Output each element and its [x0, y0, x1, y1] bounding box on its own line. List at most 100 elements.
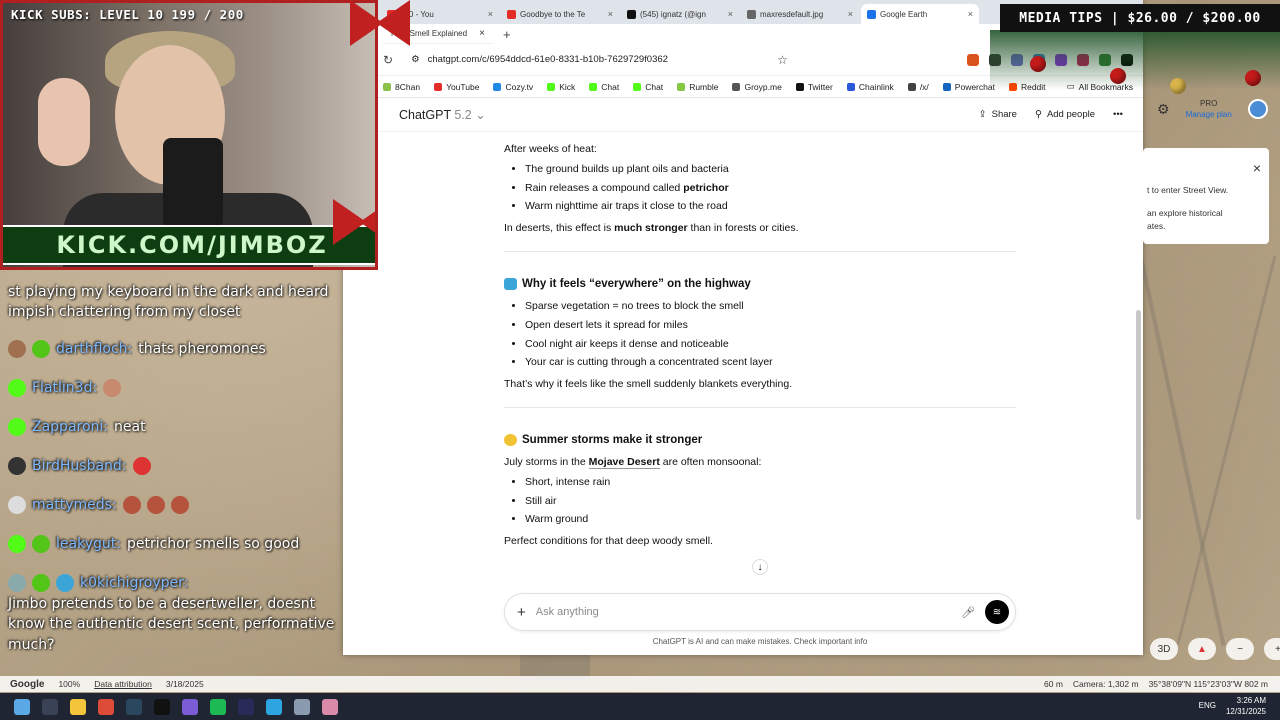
- close-icon[interactable]: ×: [1253, 158, 1261, 179]
- avatar: [8, 457, 26, 475]
- data-attribution-link[interactable]: Data attribution: [94, 679, 152, 689]
- bookmark-item[interactable]: Rumble: [677, 82, 718, 92]
- coordinates: 35°38'09"N 115°23'03"W 802 m: [1148, 679, 1268, 689]
- start-icon[interactable]: [14, 698, 30, 715]
- task-view-icon[interactable]: [42, 698, 58, 715]
- list-item: Sparse vegetation = no trees to block th…: [525, 299, 1016, 315]
- bullet-list: Short, intense rain Still air Warm groun…: [525, 475, 1016, 528]
- app-icon[interactable]: [238, 698, 254, 715]
- paragraph: July storms in the Mojave Desert are oft…: [504, 456, 762, 469]
- chatgpt-header: ChatGPT 5.2 ⌄ ⇪ Share ⚲ Add people •••: [343, 98, 1143, 132]
- map-road: [1138, 253, 1226, 647]
- thunder-cloud-icon: [504, 434, 517, 447]
- kick-badge-icon: [8, 379, 26, 397]
- clock[interactable]: 3:26 AM 12/31/2025: [1226, 696, 1266, 718]
- site-info-icon[interactable]: ⚙: [411, 54, 420, 65]
- emote-icon: [146, 496, 165, 514]
- chevron-down-icon: ⌄: [475, 108, 486, 122]
- language-indicator[interactable]: ENG: [1199, 701, 1216, 712]
- bookmark-item[interactable]: Chainlink: [846, 82, 894, 92]
- terminal-icon[interactable]: [154, 698, 170, 715]
- browser-tab[interactable]: Google Earth ×: [861, 4, 979, 24]
- bookmark-item[interactable]: YouTube: [434, 82, 479, 92]
- extension-icon[interactable]: [967, 53, 979, 66]
- bookmark-item[interactable]: Chat: [589, 82, 619, 92]
- map-controls: 3D ▲ − +: [1150, 638, 1280, 660]
- bookmark-item[interactable]: Chat: [633, 82, 663, 92]
- share-icon: ⇪: [978, 109, 987, 120]
- scale-label: 60 m: [1044, 679, 1063, 689]
- url-field[interactable]: ⚙ chatgpt.com/c/6954ddcd-61e0-8331-b10b-7…: [405, 48, 765, 72]
- microphone-prop: [163, 138, 223, 228]
- scroll-down-button[interactable]: ↓: [752, 559, 768, 575]
- close-icon[interactable]: ×: [488, 9, 493, 19]
- close-icon[interactable]: ×: [479, 28, 485, 39]
- chat-message: Flatlin3d:: [8, 379, 122, 397]
- avatar: [8, 496, 26, 514]
- windows-taskbar: ENG 3:26 AM 12/31/2025: [0, 693, 1280, 720]
- close-icon[interactable]: ×: [968, 9, 973, 19]
- badge-icon: [56, 574, 74, 592]
- bookmark-item[interactable]: /x/: [907, 82, 929, 92]
- zoom-out-button[interactable]: −: [1226, 638, 1254, 660]
- close-icon[interactable]: ×: [848, 9, 853, 19]
- zoom-in-button[interactable]: +: [1264, 638, 1280, 660]
- scrollbar[interactable]: [1136, 310, 1141, 520]
- new-tab-button[interactable]: +: [503, 27, 511, 42]
- bookmark-item[interactable]: Groyp.me: [732, 82, 782, 92]
- browser-window: n10 - You × Goodbye to the Te × (545) igna…: [343, 0, 1143, 655]
- globe-icon: [747, 9, 756, 19]
- kick-subs-goal: KICK SUBS: LEVEL 10 199 / 200: [11, 7, 244, 22]
- avatar: [8, 574, 26, 592]
- streamer-hand: [38, 78, 90, 166]
- share-button[interactable]: ⇪ Share: [979, 109, 1017, 120]
- paragraph: After weeks of heat:: [504, 143, 597, 155]
- earth-status-bar: Google 100% Data attribution 3/18/2025 6…: [0, 676, 1280, 692]
- avatar[interactable]: [1247, 99, 1268, 119]
- close-icon[interactable]: ×: [728, 9, 733, 19]
- obs-icon[interactable]: [182, 698, 198, 715]
- bullet-list: The ground builds up plant oils and bact…: [525, 162, 1016, 215]
- close-icon[interactable]: ×: [608, 9, 613, 19]
- bookmark-star-icon[interactable]: ☆: [777, 53, 788, 67]
- section-heading: Why it feels “everywhere” on the highway: [504, 276, 1016, 293]
- chrome-icon[interactable]: [98, 698, 114, 715]
- voice-mode-button[interactable]: ≋: [985, 600, 1009, 624]
- reload-icon[interactable]: ↻: [383, 53, 393, 67]
- telegram-icon[interactable]: [266, 698, 282, 715]
- bookmark-item[interactable]: Powerchat: [942, 82, 995, 92]
- bookmark-item[interactable]: 8Chan: [383, 82, 420, 92]
- browser-tab[interactable]: maxresdefault.jpg ×: [741, 4, 859, 24]
- model-selector[interactable]: ChatGPT 5.2 ⌄: [399, 107, 486, 122]
- app-icon[interactable]: [294, 698, 310, 715]
- microphone-icon[interactable]: 🎤︎: [961, 606, 975, 619]
- bookmark-item[interactable]: Kick: [547, 82, 575, 92]
- paragraph: Perfect conditions for that deep woody s…: [504, 535, 713, 547]
- add-people-button[interactable]: ⚲ Add people: [1035, 109, 1095, 120]
- chat-message: BirdHusband:: [8, 457, 151, 475]
- more-options-icon[interactable]: •••: [1113, 109, 1123, 120]
- badge-icon: [32, 535, 50, 553]
- disclaimer: ChatGPT is AI and can make mistakes. Che…: [652, 637, 868, 646]
- composer-input[interactable]: Ask anything: [536, 606, 599, 618]
- file-explorer-icon[interactable]: [70, 698, 86, 715]
- 3d-toggle-button[interactable]: 3D: [1150, 638, 1178, 660]
- emote-icon: [170, 496, 189, 514]
- manage-plan-link[interactable]: Manage plan: [1186, 110, 1232, 119]
- spotify-icon[interactable]: [210, 698, 226, 715]
- mojave-link[interactable]: Mojave Desert: [588, 456, 660, 469]
- browser-tab[interactable]: Goodbye to the Te ×: [501, 4, 619, 24]
- compass-icon[interactable]: ▲: [1188, 638, 1216, 660]
- app-icon[interactable]: [322, 698, 338, 715]
- car-icon: [504, 278, 517, 291]
- header-actions: ⇪ Share ⚲ Add people •••: [979, 109, 1123, 120]
- chat-message: Zapparoni: neat: [8, 418, 146, 436]
- x-icon: [627, 9, 636, 19]
- steam-icon[interactable]: [126, 698, 142, 715]
- browser-tab[interactable]: (545) ignatz (@ign ×: [621, 4, 739, 24]
- settings-gear-icon[interactable]: ⚙: [1157, 101, 1170, 118]
- message-composer[interactable]: + Ask anything 🎤︎ ≋: [504, 593, 1016, 631]
- attach-plus-icon[interactable]: +: [517, 604, 526, 621]
- bookmark-item[interactable]: Twitter: [795, 82, 833, 92]
- bookmark-item[interactable]: Cozy.tv: [493, 82, 533, 92]
